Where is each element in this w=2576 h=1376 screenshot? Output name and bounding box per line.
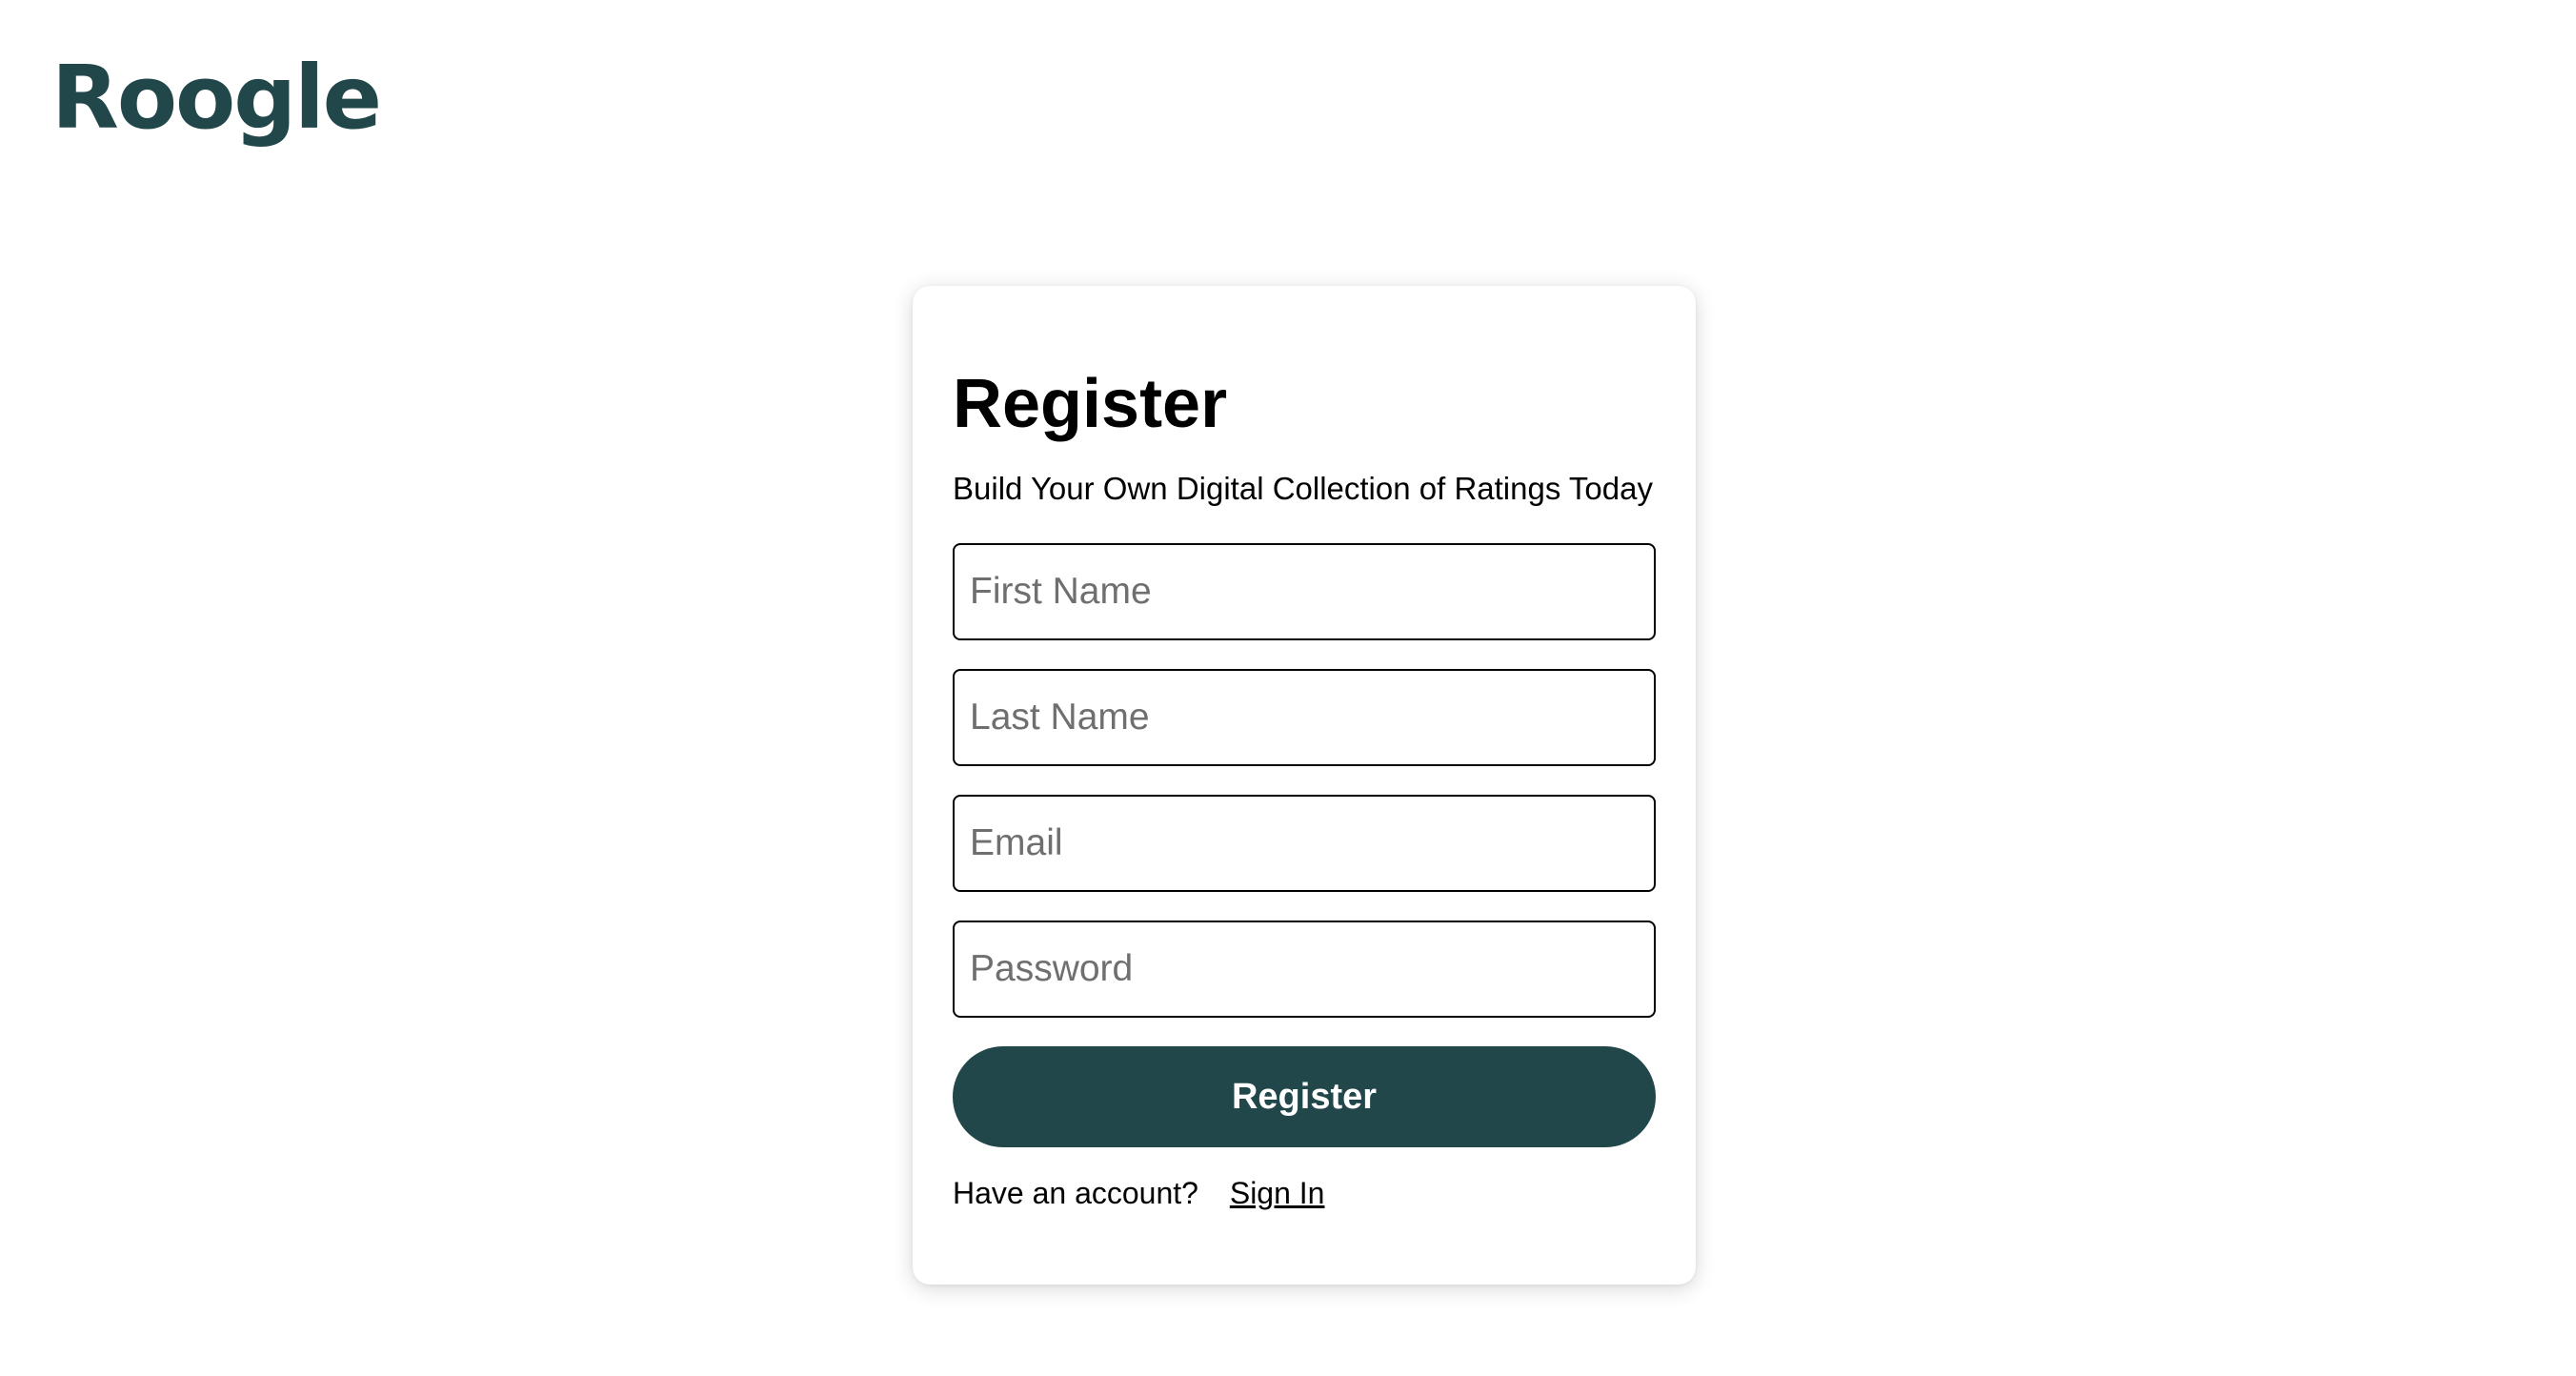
register-title: Register [953,366,1228,442]
logo[interactable]: Roogle [51,50,382,146]
register-card: Register Build Your Own Digital Collecti… [913,286,1696,1285]
first-name-field[interactable] [953,543,1656,640]
page: Roogle Register Build Your Own Digital C… [0,0,2576,1376]
password-field[interactable] [953,921,1656,1018]
signin-row: Have an account? Sign In [953,1174,1656,1212]
email-field[interactable] [953,795,1656,892]
last-name-field[interactable] [953,669,1656,766]
signin-prompt: Have an account? [953,1176,1198,1210]
register-subtitle: Build Your Own Digital Collection of Rat… [953,471,1653,506]
signin-link[interactable]: Sign In [1230,1176,1325,1210]
register-button[interactable]: Register [953,1046,1656,1147]
